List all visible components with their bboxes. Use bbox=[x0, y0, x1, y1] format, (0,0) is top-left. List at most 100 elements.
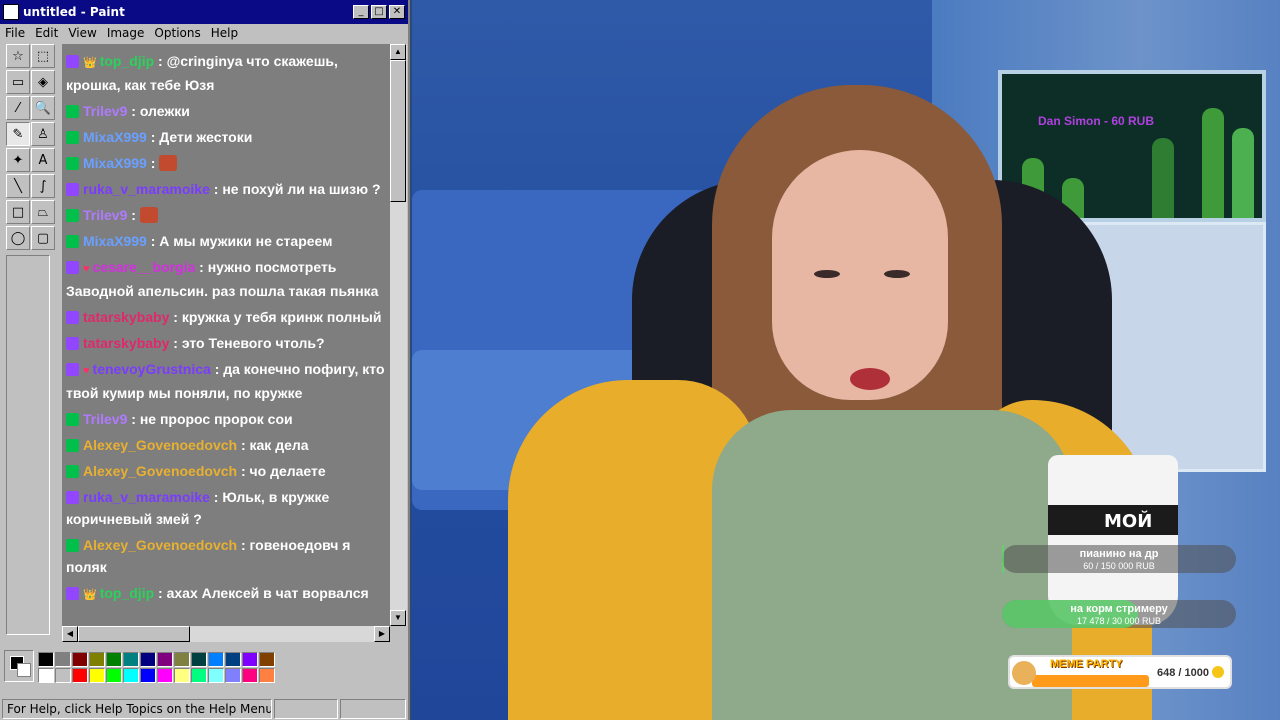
palette-swatch[interactable] bbox=[89, 668, 105, 683]
palette-swatch[interactable] bbox=[106, 668, 122, 683]
palette-swatch[interactable] bbox=[225, 652, 241, 667]
chat-username[interactable]: Trilev9 bbox=[83, 103, 127, 119]
chat-username[interactable]: top_djip bbox=[100, 585, 154, 601]
close-button[interactable]: ✕ bbox=[389, 5, 405, 19]
eraser-tool-icon[interactable]: ▭ bbox=[6, 70, 30, 94]
chat-message: Alexey_Govenoedovch : говеноедовч я поля… bbox=[66, 534, 386, 578]
menu-view[interactable]: View bbox=[63, 26, 101, 40]
chat-username[interactable]: ruka_v_maramoike bbox=[83, 181, 210, 197]
menu-help[interactable]: Help bbox=[206, 26, 243, 40]
chat-username[interactable]: tatarskybaby bbox=[83, 335, 169, 351]
palette-swatch[interactable] bbox=[191, 668, 207, 683]
chat-text: : это Теневого чтоль? bbox=[173, 335, 325, 351]
chat-username[interactable]: cesare__borgia bbox=[93, 259, 196, 275]
heart-badge-icon: ♥ bbox=[83, 365, 90, 377]
meme-title: MEME PARTY bbox=[1050, 658, 1123, 670]
palette-swatch[interactable] bbox=[123, 668, 139, 683]
rectangle-tool-icon[interactable]: □ bbox=[6, 200, 30, 224]
brush-tool-icon[interactable]: ♙ bbox=[31, 122, 55, 146]
chat-emote-icon bbox=[159, 155, 178, 171]
kick-badge-icon bbox=[66, 539, 79, 552]
palette-swatch[interactable] bbox=[208, 668, 224, 683]
minimize-button[interactable]: _ bbox=[353, 5, 369, 19]
meme-party-widget: MEME PARTY 648 / 1000 bbox=[1008, 655, 1232, 689]
magnifier-tool-icon[interactable]: 🔍 bbox=[31, 96, 55, 120]
chat-message: Trilev9 : олежки bbox=[66, 100, 386, 122]
palette-swatch[interactable] bbox=[242, 668, 258, 683]
fill-tool-icon[interactable]: ◈ bbox=[31, 70, 55, 94]
pencil-tool-icon[interactable]: ✎ bbox=[6, 122, 30, 146]
polygon-tool-icon[interactable]: ⏢ bbox=[31, 200, 55, 224]
palette-swatch[interactable] bbox=[208, 652, 224, 667]
kick-badge-icon bbox=[66, 209, 79, 222]
palette-swatch[interactable] bbox=[140, 652, 156, 667]
palette-swatch[interactable] bbox=[72, 652, 88, 667]
scroll-left-arrow-icon[interactable]: ◀ bbox=[62, 626, 78, 642]
palette-swatch[interactable] bbox=[157, 668, 173, 683]
chat-username[interactable]: Trilev9 bbox=[83, 411, 127, 427]
palette-swatch[interactable] bbox=[106, 652, 122, 667]
scroll-up-arrow-icon[interactable]: ▲ bbox=[390, 44, 406, 60]
chat-username[interactable]: top_djip bbox=[100, 53, 154, 69]
title-bar[interactable]: untitled - Paint _ □ ✕ bbox=[0, 0, 408, 24]
ellipse-tool-icon[interactable]: ◯ bbox=[6, 226, 30, 250]
select-tool-icon[interactable]: ⬚ bbox=[31, 44, 55, 68]
palette-swatch[interactable] bbox=[191, 652, 207, 667]
scroll-down-arrow-icon[interactable]: ▼ bbox=[390, 610, 406, 626]
subscriber-badge-icon bbox=[66, 587, 79, 600]
paint-window: untitled - Paint _ □ ✕ File Edit View Im… bbox=[0, 0, 410, 720]
chat-username[interactable]: ruka_v_maramoike bbox=[83, 489, 210, 505]
chat-username[interactable]: Alexey_Govenoedovch bbox=[83, 463, 237, 479]
drawing-canvas[interactable]: 👑 top_djip : @cringinya что скажешь, крош… bbox=[62, 44, 390, 626]
palette-swatch[interactable] bbox=[38, 668, 54, 683]
toolbox: ☆ ⬚ ▭ ◈ ⁄ 🔍 ✎ ♙ ✦ A ╲ ∫ □ ⏢ ◯ ▢ bbox=[6, 44, 58, 635]
horizontal-scroll-thumb[interactable] bbox=[78, 626, 190, 642]
palette-swatch[interactable] bbox=[259, 668, 275, 683]
line-tool-icon[interactable]: ╲ bbox=[6, 174, 30, 198]
donation-goal-food: на корм стримеру 17 478 / 30 000 RUB bbox=[1002, 600, 1236, 628]
palette-swatch[interactable] bbox=[38, 652, 54, 667]
menu-image[interactable]: Image bbox=[102, 26, 150, 40]
palette-swatch[interactable] bbox=[72, 668, 88, 683]
menu-bar: File Edit View Image Options Help bbox=[0, 24, 408, 42]
chat-username[interactable]: MixaX999 bbox=[83, 233, 147, 249]
kick-badge-icon bbox=[66, 235, 79, 248]
palette-swatch[interactable] bbox=[140, 668, 156, 683]
palette-swatch[interactable] bbox=[123, 652, 139, 667]
curve-tool-icon[interactable]: ∫ bbox=[31, 174, 55, 198]
vertical-scrollbar[interactable]: ▲ ▼ bbox=[390, 44, 407, 626]
palette-swatch[interactable] bbox=[259, 652, 275, 667]
scroll-right-arrow-icon[interactable]: ▶ bbox=[374, 626, 390, 642]
free-form-select-tool-icon[interactable]: ☆ bbox=[6, 44, 30, 68]
palette-swatch[interactable] bbox=[157, 652, 173, 667]
pick-color-tool-icon[interactable]: ⁄ bbox=[6, 96, 30, 120]
menu-edit[interactable]: Edit bbox=[30, 26, 63, 40]
palette-swatch[interactable] bbox=[55, 652, 71, 667]
palette-swatch[interactable] bbox=[55, 668, 71, 683]
chat-username[interactable]: tatarskybaby bbox=[83, 309, 169, 325]
palette-swatch[interactable] bbox=[89, 652, 105, 667]
horizontal-scrollbar[interactable]: ◀ ▶ bbox=[62, 626, 390, 642]
palette-swatch[interactable] bbox=[225, 668, 241, 683]
chat-username[interactable]: tenevoyGrustnica bbox=[93, 361, 211, 377]
palette-swatch[interactable] bbox=[174, 652, 190, 667]
menu-file[interactable]: File bbox=[0, 26, 30, 40]
tool-options-box[interactable] bbox=[6, 255, 50, 635]
vertical-scroll-thumb[interactable] bbox=[390, 60, 406, 202]
heart-badge-icon: ♥ bbox=[83, 263, 90, 275]
chat-text: : олежки bbox=[131, 103, 190, 119]
chat-username[interactable]: Trilev9 bbox=[83, 207, 127, 223]
text-tool-icon[interactable]: A bbox=[31, 148, 55, 172]
menu-options[interactable]: Options bbox=[149, 26, 205, 40]
chat-username[interactable]: Alexey_Govenoedovch bbox=[83, 437, 237, 453]
maximize-button[interactable]: □ bbox=[371, 5, 387, 19]
airbrush-tool-icon[interactable]: ✦ bbox=[6, 148, 30, 172]
chat-username[interactable]: MixaX999 bbox=[83, 155, 147, 171]
chat-username[interactable]: Alexey_Govenoedovch bbox=[83, 537, 237, 553]
chat-username[interactable]: MixaX999 bbox=[83, 129, 147, 145]
kick-badge-icon bbox=[66, 157, 79, 170]
rounded-rectangle-tool-icon[interactable]: ▢ bbox=[31, 226, 55, 250]
palette-swatch[interactable] bbox=[174, 668, 190, 683]
goal-title: пианино на др bbox=[1079, 548, 1159, 560]
palette-swatch[interactable] bbox=[242, 652, 258, 667]
